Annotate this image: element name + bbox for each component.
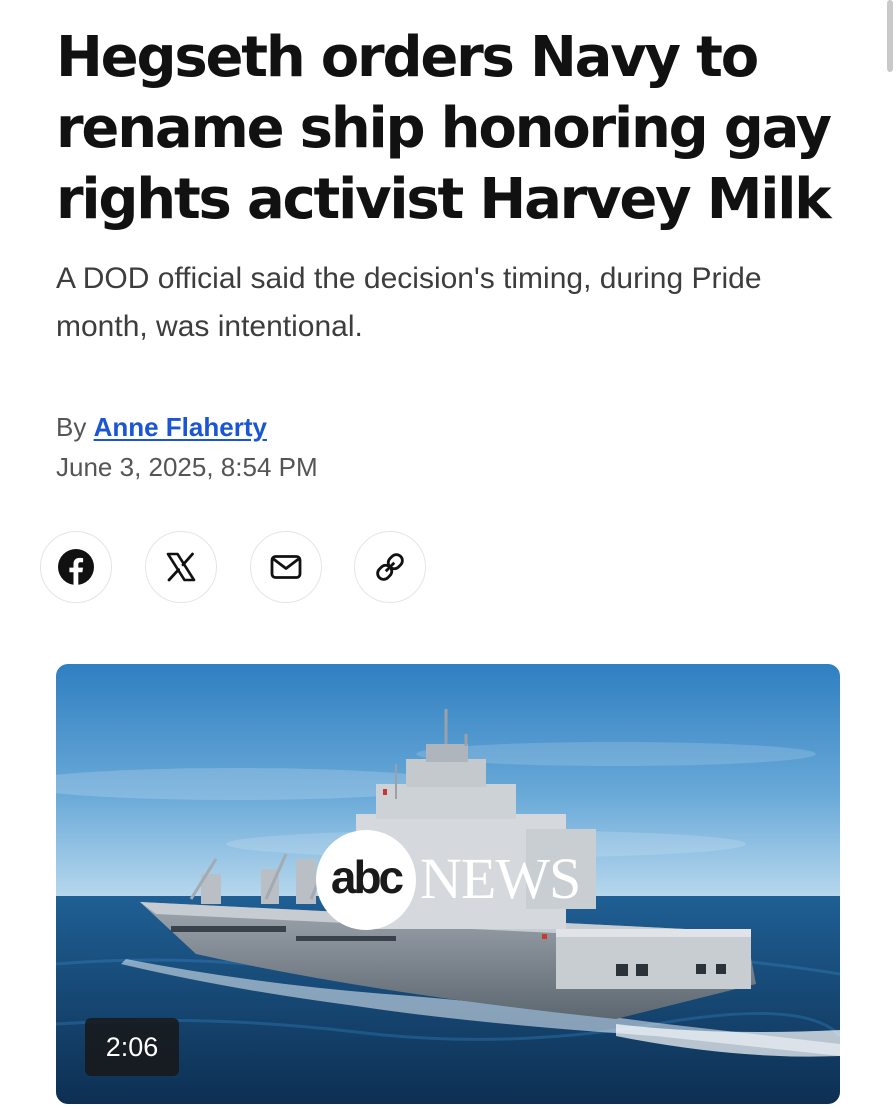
video-duration-badge: 2:06 [85, 1018, 179, 1076]
article-header: Hegseth orders Navy to rename ship honor… [56, 22, 840, 485]
facebook-icon [58, 549, 94, 585]
headline: Hegseth orders Navy to rename ship honor… [56, 25, 832, 232]
copy-link-button[interactable] [354, 531, 426, 603]
x-icon [166, 552, 196, 582]
subheadline: A DOD official said the decision's timin… [56, 262, 762, 343]
news-logo-word: NEWS [420, 846, 581, 911]
facebook-share-button[interactable] [40, 531, 112, 603]
publish-timestamp: June 3, 2025, 8:54 PM [56, 452, 318, 482]
scrollbar[interactable] [887, 0, 893, 72]
author-link[interactable]: Anne Flaherty [94, 412, 267, 442]
mail-icon [270, 555, 302, 579]
byline-prefix: By [56, 412, 87, 442]
abc-logo: abc [316, 830, 416, 930]
video-player[interactable]: abc NEWS 2:06 [56, 664, 840, 1104]
link-icon [376, 553, 404, 581]
abc-logo-text: abc [330, 851, 404, 903]
byline: By Anne Flaherty [56, 409, 840, 445]
email-share-button[interactable] [250, 531, 322, 603]
x-share-button[interactable] [145, 531, 217, 603]
